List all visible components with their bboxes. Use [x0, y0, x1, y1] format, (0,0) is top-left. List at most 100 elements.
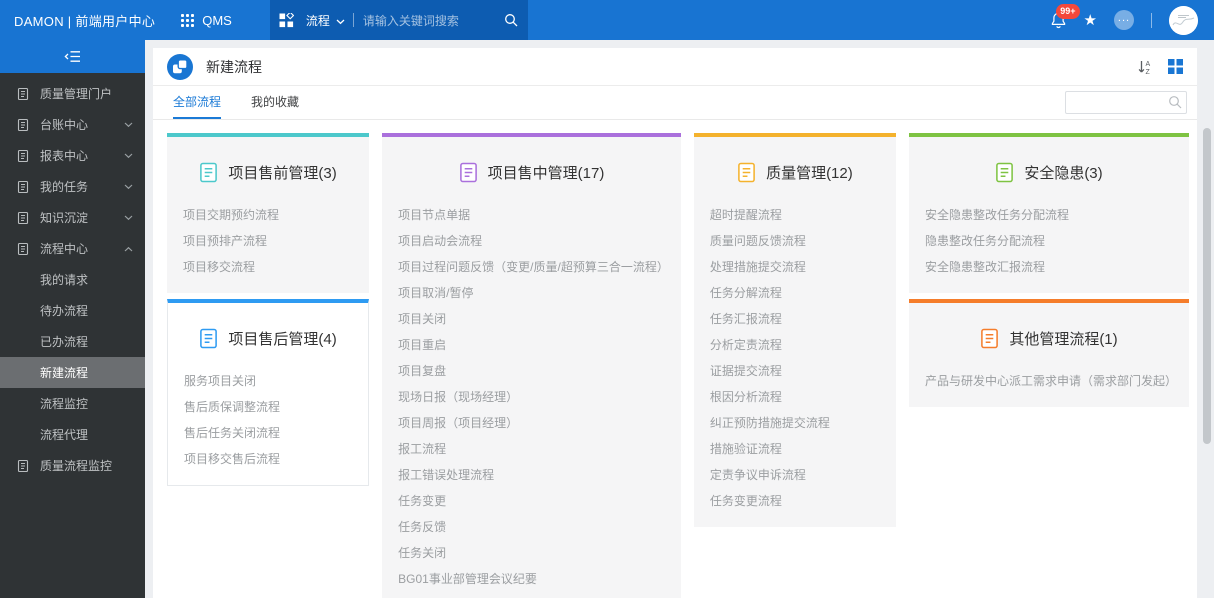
process-link[interactable]: 质量问题反馈流程	[710, 228, 884, 254]
process-link[interactable]: 措施验证流程	[710, 436, 884, 462]
process-link[interactable]: 项目过程问题反馈（变更/质量/超预算三合一流程）	[398, 254, 669, 280]
card-header: 安全隐患(3)	[909, 137, 1189, 192]
vertical-scrollbar[interactable]	[1203, 128, 1211, 444]
sidebar-item-流程代理[interactable]: 流程代理	[0, 419, 145, 450]
card-column: 项目售前管理(3)项目交期预约流程项目预排产流程项目移交流程项目售后管理(4) 服…	[167, 133, 369, 486]
process-category-card: 项目售前管理(3)项目交期预约流程项目预排产流程项目移交流程	[167, 133, 369, 293]
process-link[interactable]: 安全隐患整改汇报流程	[925, 254, 1177, 280]
sidebar-item-流程中心[interactable]: 流程中心	[0, 233, 145, 264]
sidebar-item-待办流程[interactable]: 待办流程	[0, 295, 145, 326]
process-link[interactable]: 项目移交流程	[183, 254, 357, 280]
sidebar-item-报表中心[interactable]: 报表中心	[0, 140, 145, 171]
tab-my-favorites[interactable]: 我的收藏	[251, 86, 299, 119]
sidebar-item-新建流程[interactable]: 新建流程	[0, 357, 145, 388]
process-category-card: 质量管理(12) 超时提醒流程质量问题反馈流程处理措施提交流程任务分解流程任务汇报…	[694, 133, 896, 527]
sidebar-item-我的请求[interactable]: 我的请求	[0, 264, 145, 295]
app-switcher[interactable]: QMS	[181, 13, 232, 28]
process-link[interactable]: 报工流程	[398, 436, 669, 462]
sidebar-item-label: 质量流程监控	[40, 457, 135, 474]
card-header: 项目售后管理(4)	[168, 303, 368, 358]
svg-text:A: A	[1146, 61, 1151, 68]
sidebar-item-label: 质量管理门户	[40, 85, 135, 102]
process-category-card: 其他管理流程(1)产品与研发中心派工需求申请（需求部门发起）	[909, 299, 1189, 407]
process-link[interactable]: 报工错误处理流程	[398, 462, 669, 488]
process-link[interactable]: 服务项目关闭	[184, 368, 356, 394]
category-title: 质量管理(12)	[766, 162, 853, 183]
notifications-button[interactable]: 99+	[1050, 11, 1067, 29]
process-link[interactable]: 项目交期预约流程	[183, 202, 357, 228]
chevron-up-icon	[124, 246, 133, 252]
process-link[interactable]: 项目周报（项目经理）	[398, 410, 669, 436]
process-link[interactable]: 任务分解流程	[710, 280, 884, 306]
process-link[interactable]: 项目复盘	[398, 358, 669, 384]
process-category-card: 安全隐患(3) 安全隐患整改任务分配流程隐患整改任务分配流程安全隐患整改汇报流程	[909, 133, 1189, 293]
grid-view-icon[interactable]	[1168, 59, 1183, 74]
sidebar-collapse-button[interactable]	[0, 40, 145, 73]
process-link[interactable]: 定责争议申诉流程	[710, 462, 884, 488]
process-link[interactable]: 隐患整改任务分配流程	[925, 228, 1177, 254]
process-link[interactable]: 现场日报（现场经理）	[398, 384, 669, 410]
sidebar-item-台账中心[interactable]: 台账中心	[0, 109, 145, 140]
user-avatar[interactable]	[1169, 6, 1198, 35]
card-column: 安全隐患(3) 安全隐患整改任务分配流程隐患整改任务分配流程安全隐患整改汇报流程其…	[909, 133, 1189, 407]
chevron-down-icon	[124, 215, 133, 221]
document-icon	[199, 328, 218, 349]
search-placeholder[interactable]: 请输入关键词搜索	[363, 12, 504, 29]
sidebar-item-已办流程[interactable]: 已办流程	[0, 326, 145, 357]
sidebar-item-流程监控[interactable]: 流程监控	[0, 388, 145, 419]
process-link[interactable]: 产品与研发中心派工需求申请（需求部门发起）	[925, 368, 1177, 394]
sidebar-item-我的任务[interactable]: 我的任务	[0, 171, 145, 202]
process-list: 超时提醒流程质量问题反馈流程处理措施提交流程任务分解流程任务汇报流程分析定责流程…	[694, 192, 896, 527]
document-icon	[16, 118, 40, 132]
process-link[interactable]: 项目节点单据	[398, 202, 669, 228]
collapse-sidebar-icon	[64, 50, 81, 63]
tabs-bar: 全部流程 我的收藏	[153, 86, 1197, 120]
process-link[interactable]: 任务汇报流程	[710, 306, 884, 332]
process-link[interactable]: 项目取消/暂停	[398, 280, 669, 306]
process-link[interactable]: 处理措施提交流程	[710, 254, 884, 280]
card-header: 质量管理(12)	[694, 137, 896, 192]
sidebar-item-质量管理门户[interactable]: 质量管理门户	[0, 78, 145, 109]
process-link[interactable]: BG01事业部管理会议纪要	[398, 566, 669, 592]
process-link[interactable]: 项目重启	[398, 332, 669, 358]
process-link[interactable]: 任务变更	[398, 488, 669, 514]
process-link[interactable]: 项目关闭	[398, 306, 669, 332]
content-panel: 新建流程 A Z 全部流程 我的收藏	[153, 48, 1197, 598]
sidebar-item-label: 台账中心	[40, 116, 124, 133]
sidebar-item-知识沉淀[interactable]: 知识沉淀	[0, 202, 145, 233]
process-link[interactable]: 根因分析流程	[710, 384, 884, 410]
tab-all-processes[interactable]: 全部流程	[173, 86, 221, 119]
chevron-down-icon[interactable]	[336, 12, 345, 30]
process-link[interactable]: 售后质保调整流程	[184, 394, 356, 420]
topbar-actions: 99+ ★ ...	[1050, 6, 1198, 35]
process-link[interactable]: 任务变更流程	[710, 488, 884, 514]
process-link[interactable]: 证据提交流程	[710, 358, 884, 384]
process-link[interactable]: 分析定责流程	[710, 332, 884, 358]
process-link[interactable]: 安全隐患整改任务分配流程	[925, 202, 1177, 228]
category-grid-icon[interactable]	[270, 13, 304, 28]
sidebar-nav: 质量管理门户台账中心报表中心我的任务知识沉淀流程中心我的请求待办流程已办流程新建…	[0, 73, 145, 481]
search-icon[interactable]	[504, 13, 518, 27]
sort-az-icon[interactable]: A Z	[1137, 59, 1153, 75]
process-link[interactable]: 超时提醒流程	[710, 202, 884, 228]
search-category-select[interactable]: 流程	[306, 12, 330, 29]
process-link[interactable]: 任务关闭	[398, 540, 669, 566]
divider	[353, 13, 354, 27]
sidebar-item-label: 已办流程	[40, 333, 135, 350]
document-icon	[995, 162, 1014, 183]
favorites-star-icon[interactable]: ★	[1084, 13, 1097, 28]
process-category-card: 项目售后管理(4) 服务项目关闭售后质保调整流程售后任务关闭流程项目移交售后流程	[167, 299, 369, 486]
sidebar-item-label: 我的任务	[40, 178, 124, 195]
process-link[interactable]: 纠正预防措施提交流程	[710, 410, 884, 436]
sidebar-item-质量流程监控[interactable]: 质量流程监控	[0, 450, 145, 481]
process-link[interactable]: 售后任务关闭流程	[184, 420, 356, 446]
sidebar-item-label: 报表中心	[40, 147, 124, 164]
process-link[interactable]: 项目启动会流程	[398, 228, 669, 254]
document-icon	[16, 459, 40, 473]
process-link[interactable]: 项目预排产流程	[183, 228, 357, 254]
document-icon	[737, 162, 756, 183]
search-icon[interactable]	[1168, 95, 1182, 114]
process-link[interactable]: 项目移交售后流程	[184, 446, 356, 472]
more-options-icon[interactable]: ...	[1114, 10, 1134, 30]
process-link[interactable]: 任务反馈	[398, 514, 669, 540]
